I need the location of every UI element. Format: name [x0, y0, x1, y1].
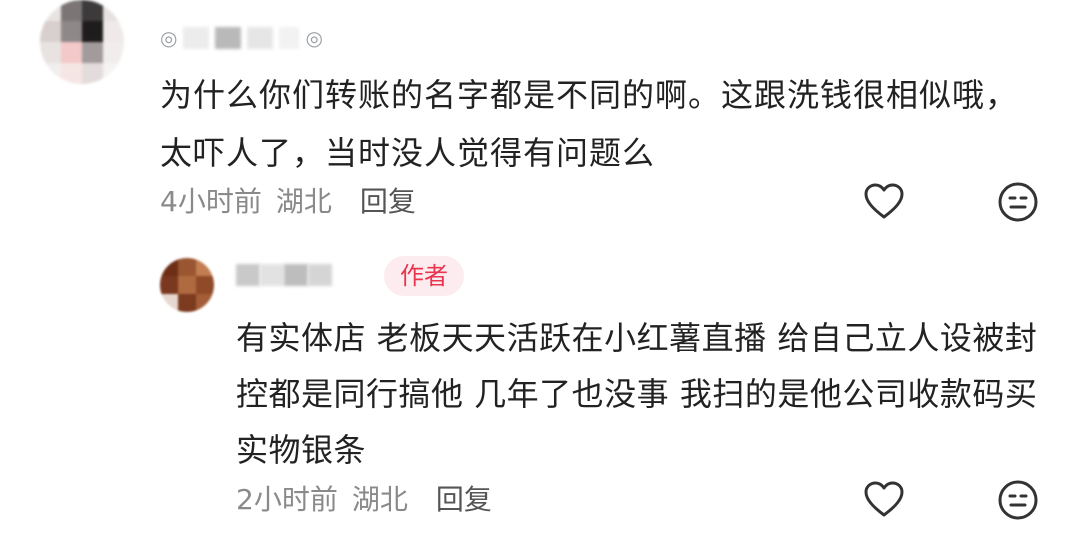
reply-time: 2小时前 — [236, 483, 338, 516]
username[interactable]: ◎ ◎ — [160, 24, 323, 52]
comment-text[interactable]: 为什么你们转账的名字都是不同的啊。这跟洗钱很相似哦，太吓人了，当时没人觉得有问题… — [160, 66, 1020, 182]
comment-thread: ◎ ◎ 为什么你们转账的名字都是不同的啊。这跟洗钱很相似哦，太吓人了，当时没人觉… — [0, 0, 1080, 538]
dislike-button[interactable] — [996, 180, 1040, 224]
comment-location: 湖北 — [275, 185, 332, 218]
username-prefix-icon: ◎ — [160, 26, 178, 50]
avatar[interactable] — [160, 258, 214, 312]
avatar[interactable] — [40, 0, 124, 84]
comment-time: 4小时前 — [160, 185, 262, 218]
reply-location: 湖北 — [351, 483, 408, 516]
redacted-username — [260, 264, 284, 286]
like-button[interactable] — [862, 478, 906, 522]
redacted-username — [308, 264, 332, 286]
dislike-button[interactable] — [996, 478, 1040, 522]
author-badge: 作者 — [384, 256, 464, 296]
redacted-username — [284, 264, 308, 286]
redacted-username — [183, 27, 210, 49]
neutral-face-icon — [998, 182, 1038, 222]
username-suffix-icon: ◎ — [305, 26, 323, 50]
reply-text[interactable]: 有实体店 老板天天活跃在小红薯直播 给自己立人设被封控都是同行搞他 几年了也没事… — [236, 310, 1056, 478]
reply-button[interactable]: 回复 — [360, 180, 416, 220]
heart-outline-icon — [864, 481, 904, 517]
redacted-username — [215, 27, 242, 49]
reply-meta: 2小时前 湖北 回复 — [236, 478, 492, 518]
comment-meta: 4小时前 湖北 回复 — [160, 180, 416, 220]
heart-outline-icon — [864, 183, 904, 219]
redacted-username — [236, 264, 260, 286]
neutral-face-icon — [998, 480, 1038, 520]
redacted-username — [279, 27, 300, 49]
reply-button[interactable]: 回复 — [436, 478, 492, 518]
redacted-username — [247, 27, 274, 49]
username[interactable] — [236, 258, 332, 292]
like-button[interactable] — [862, 180, 906, 224]
